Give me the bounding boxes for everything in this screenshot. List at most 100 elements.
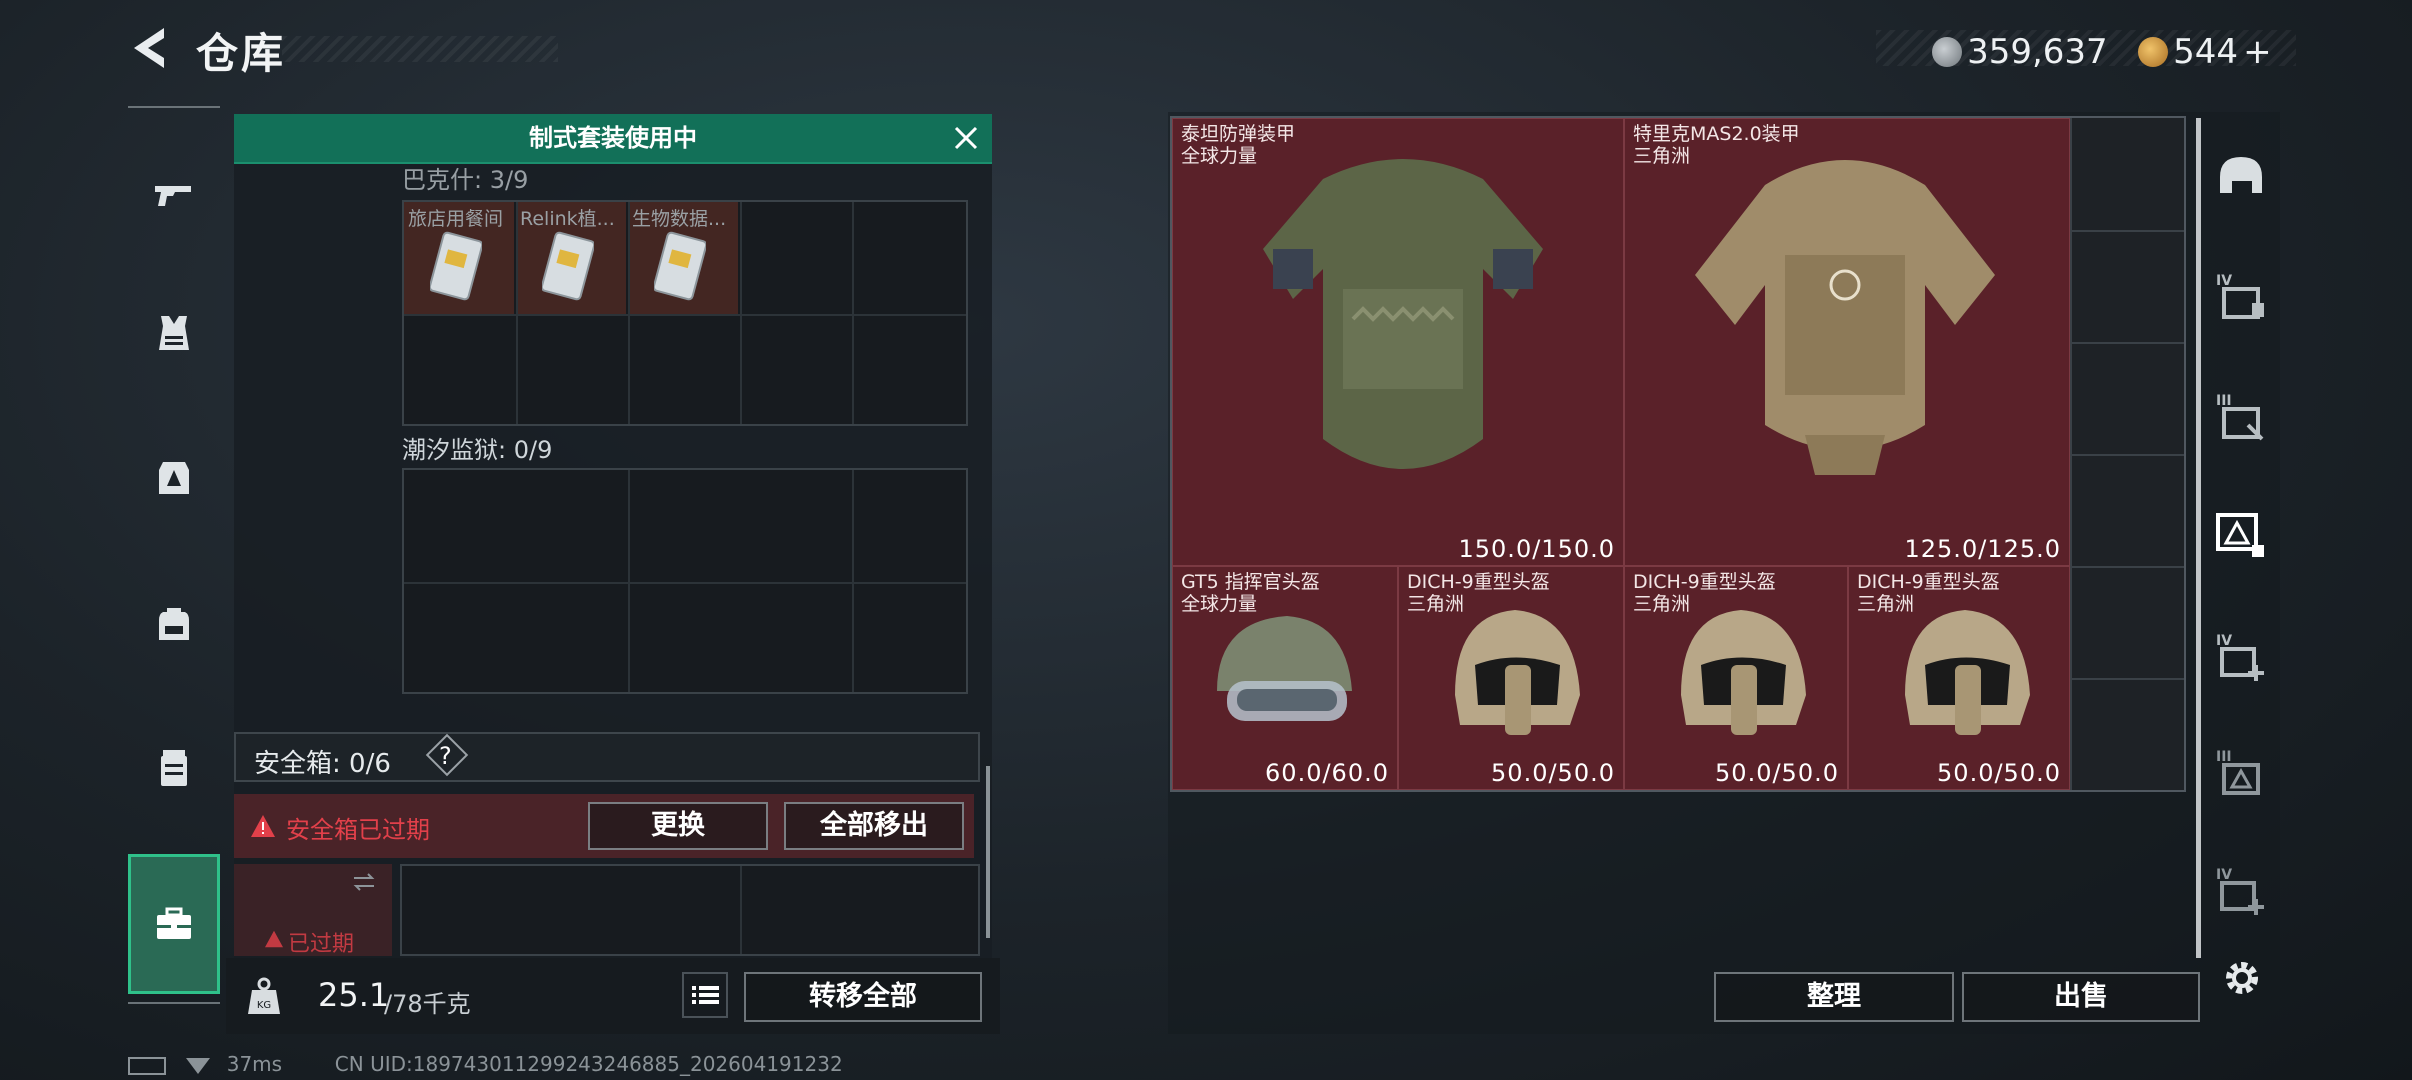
filter-armor-iv-add-2[interactable]: IV: [2206, 842, 2276, 942]
inventory-grid[interactable]: 泰坦防弹装甲 全球力量 150.0/150.0 特里克MAS2.0装甲 三角洲 12…: [1170, 116, 2186, 792]
item-origin: 三角洲: [1857, 593, 1915, 615]
safe-box-grid[interactable]: [400, 864, 980, 956]
item-origin: 三角洲: [1633, 593, 1691, 615]
svg-text:IV: IV: [2216, 867, 2232, 883]
page-title: 仓库: [196, 29, 287, 78]
item-card-slot[interactable]: 生物数据...: [628, 202, 738, 314]
storage-grid-2[interactable]: [402, 468, 968, 694]
wifi-icon: [186, 1057, 211, 1074]
inventory-scrollbar[interactable]: [2196, 118, 2201, 958]
armor-add-iv-icon: IV: [2216, 867, 2264, 915]
loadout-banner: 制式套装使用中: [234, 114, 992, 164]
section-label: 潮汐监狱: 0/9: [402, 436, 553, 464]
inventory-item[interactable]: DICH-9重型头盔 三角洲 50.0/50.0: [1398, 566, 1624, 790]
sidebar-item-armor[interactable]: [128, 268, 220, 398]
filter-armor-iv[interactable]: IV: [2206, 248, 2276, 348]
inventory-item[interactable]: 特里克MAS2.0装甲 三角洲 125.0/125.0: [1624, 118, 2070, 566]
safe-box-label: 安全箱: 0/6: [254, 749, 391, 779]
armor-level-iii-icon: III: [2216, 393, 2264, 441]
close-icon[interactable]: [950, 122, 982, 154]
keycard-icon: [654, 231, 706, 301]
transfer-all-button[interactable]: 转移全部: [744, 972, 982, 1022]
filter-armor-iv-add[interactable]: IV: [2206, 608, 2276, 708]
safe-box-slot[interactable]: 已过期: [234, 864, 392, 957]
ping-text: 37ms: [226, 1052, 283, 1076]
case-icon: [161, 750, 187, 786]
help-glyph: ?: [439, 742, 452, 770]
sidebar-item-backpack[interactable]: [128, 558, 220, 688]
item-durability: 150.0/150.0: [1458, 535, 1615, 563]
banner-text: 制式套装使用中: [529, 124, 697, 152]
item-origin: 三角洲: [1407, 593, 1465, 615]
storage-scrollbar[interactable]: [986, 766, 990, 938]
list-view-button[interactable]: [682, 972, 728, 1018]
item-name: 泰坦防弹装甲: [1181, 123, 1296, 145]
back-arrow-icon: [134, 28, 164, 68]
keycard-icon: [542, 231, 594, 301]
inventory-item[interactable]: DICH-9重型头盔 三角洲 50.0/50.0: [1848, 566, 2070, 790]
list-icon: [692, 986, 719, 1004]
sidebar-item-rig[interactable]: [128, 412, 220, 542]
filter-armor-iii[interactable]: III: [2206, 368, 2276, 468]
section-label: 巴克什: 3/9: [402, 166, 529, 194]
item-name: DICH-9重型头盔: [1633, 571, 1776, 593]
swap-icon[interactable]: [350, 870, 378, 894]
item-name: DICH-9重型头盔: [1407, 571, 1550, 593]
filter-helmet[interactable]: [2206, 128, 2276, 228]
gun-icon: [155, 186, 191, 206]
sidebar-item-case[interactable]: [128, 702, 220, 832]
item-durability: 50.0/50.0: [1491, 759, 1615, 787]
replace-button[interactable]: 更换: [588, 802, 768, 850]
filter-armor-selected[interactable]: [2206, 484, 2276, 584]
chest-rig-icon: [159, 462, 189, 494]
warning-icon: [265, 930, 283, 948]
item-durability: 50.0/50.0: [1937, 759, 2061, 787]
item-name: 旅店用餐间: [408, 208, 504, 230]
sell-button[interactable]: 出售: [1962, 972, 2200, 1022]
back-button[interactable]: [124, 22, 176, 74]
svg-text:IV: IV: [2216, 633, 2232, 649]
status-bar: 37ms CN UID:18974301129924324688​5_20260…: [128, 1052, 843, 1076]
backpack-icon: [159, 608, 189, 640]
weight-current: 25.1: [318, 976, 390, 1014]
inventory-item[interactable]: 泰坦防弹装甲 全球力量 150.0/150.0: [1172, 118, 1624, 566]
helmet-icon: [1217, 616, 1352, 721]
item-card-slot[interactable]: Relink植...: [516, 202, 626, 314]
item-origin: 全球力量: [1181, 145, 1258, 167]
keycard-icon: [430, 231, 482, 301]
armor-add-iv-icon: IV: [2216, 633, 2264, 681]
item-name: 特里克MAS2.0装甲: [1633, 123, 1800, 145]
armor-level-iii-icon: III: [2216, 749, 2260, 795]
sort-button[interactable]: 整理: [1714, 972, 1954, 1022]
helmet-icon: [2220, 157, 2262, 193]
sidebar-nav: [128, 106, 220, 1006]
warning-icon: [251, 815, 275, 837]
storage-grid-1[interactable]: 旅店用餐间 Relink植... 生物数据...: [402, 200, 968, 426]
move-all-out-button[interactable]: 全部移出: [784, 802, 964, 850]
helmet-icon: [1905, 610, 2030, 735]
body-armor-icon: [1263, 159, 1543, 469]
item-origin: 三角洲: [1633, 145, 1691, 167]
helmet-icon: [1681, 610, 1806, 735]
inventory-item[interactable]: GT5 指挥官头盔 全球力量 60.0/60.0: [1172, 566, 1398, 790]
toolbox-icon: [157, 907, 191, 939]
item-durability: 60.0/60.0: [1265, 759, 1389, 787]
filter-armor-iii-2[interactable]: III: [2206, 724, 2276, 824]
battery-icon: [128, 1056, 166, 1075]
currency-secondary: 544: [2173, 32, 2238, 72]
item-name: 生物数据...: [632, 208, 727, 230]
sidebar-item-toolbox[interactable]: [128, 854, 220, 994]
item-durability: 125.0/125.0: [1904, 535, 2061, 563]
svg-text:IV: IV: [2216, 273, 2232, 289]
sidebar-item-weapons[interactable]: [128, 130, 220, 260]
item-card-slot[interactable]: 旅店用餐间: [404, 202, 514, 314]
settings-gear-icon[interactable]: [2220, 956, 2264, 1000]
item-durability: 50.0/50.0: [1715, 759, 1839, 787]
item-origin: 全球力量: [1181, 593, 1258, 615]
svg-text:KG: KG: [257, 1000, 271, 1011]
currency-bar: 359,637 544 +: [1876, 30, 2296, 72]
add-currency-button[interactable]: +: [2243, 32, 2272, 72]
armor-level-iv-icon: IV: [2216, 273, 2264, 319]
inventory-item[interactable]: DICH-9重型头盔 三角洲 50.0/50.0: [1624, 566, 1848, 790]
armor-level-selected-icon: [2216, 513, 2264, 557]
